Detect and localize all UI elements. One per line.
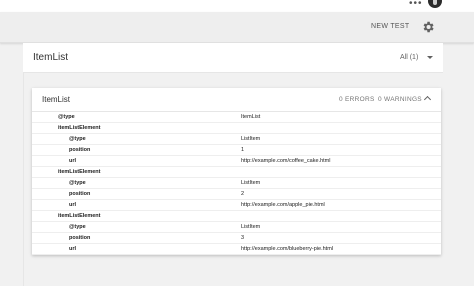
property-value: 1 <box>241 147 245 153</box>
property-value: http://example.com/blueberry-pie.html <box>241 246 334 252</box>
property-value: 2 <box>241 191 245 197</box>
property-value: ListItem <box>241 136 261 142</box>
filter-dropdown[interactable]: All (1) <box>400 54 418 61</box>
table-row: @type ItemList <box>32 112 441 123</box>
divider <box>23 73 24 286</box>
panel-header[interactable]: ItemList 0 ERRORS 0 WARNINGS <box>32 88 441 112</box>
property-value: http://example.com/apple_pie.html <box>241 202 325 208</box>
property-key: position <box>69 191 91 197</box>
property-key: @type <box>58 114 75 120</box>
errors-count: 0 ERRORS <box>339 96 375 103</box>
table-row: position 1 <box>32 145 441 156</box>
table-row: position 2 <box>32 189 441 200</box>
property-key: @type <box>69 180 86 186</box>
table-row: url http://example.com/coffee_cake.html <box>32 156 441 167</box>
property-value: ItemList <box>241 114 261 120</box>
table-row: url http://example.com/apple_pie.html <box>32 200 441 211</box>
property-key: url <box>69 158 77 164</box>
collapse-chevron-icon[interactable] <box>423 95 432 104</box>
property-key: url <box>69 246 77 252</box>
avatar[interactable] <box>428 0 442 8</box>
table-row: @type ListItem <box>32 134 441 145</box>
table-row: itemListElement <box>32 211 441 222</box>
dropdown-caret-icon[interactable] <box>427 56 433 59</box>
property-key: itemListElement <box>58 169 101 175</box>
property-key: position <box>69 235 91 241</box>
top-strip: ••• <box>0 0 474 12</box>
property-value: ListItem <box>241 224 261 230</box>
property-key: itemListElement <box>58 213 101 219</box>
page-title: ItemList <box>33 52 69 63</box>
gear-icon[interactable] <box>421 20 435 34</box>
property-value: http://example.com/coffee_cake.html <box>241 158 331 164</box>
toolbar: NEW TEST <box>0 12 474 43</box>
property-key: @type <box>69 136 86 142</box>
property-key: position <box>69 147 91 153</box>
table-row: position 3 <box>32 233 441 244</box>
table-row: @type ListItem <box>32 222 441 233</box>
property-table: @type ItemList itemListElement @type ListIte… <box>32 112 441 255</box>
table-row: url http://example.com/blueberry-pie.html <box>32 244 441 255</box>
table-row: @type ListItem <box>32 178 441 189</box>
table-row: itemListElement <box>32 167 441 178</box>
results-header: ItemList All (1) <box>23 43 443 73</box>
property-value: ListItem <box>241 180 261 186</box>
property-key: itemListElement <box>58 125 101 131</box>
property-value: 3 <box>241 235 245 241</box>
property-key: @type <box>69 224 86 230</box>
table-row: itemListElement <box>32 123 441 134</box>
property-key: url <box>69 202 77 208</box>
panel-title: ItemList <box>42 95 71 104</box>
warnings-count: 0 WARNINGS <box>378 96 422 103</box>
result-panel: ItemList 0 ERRORS 0 WARNINGS @type ItemLi… <box>32 88 441 255</box>
new-test-button[interactable]: NEW TEST <box>371 23 409 30</box>
more-options-icon[interactable]: ••• <box>409 0 423 9</box>
